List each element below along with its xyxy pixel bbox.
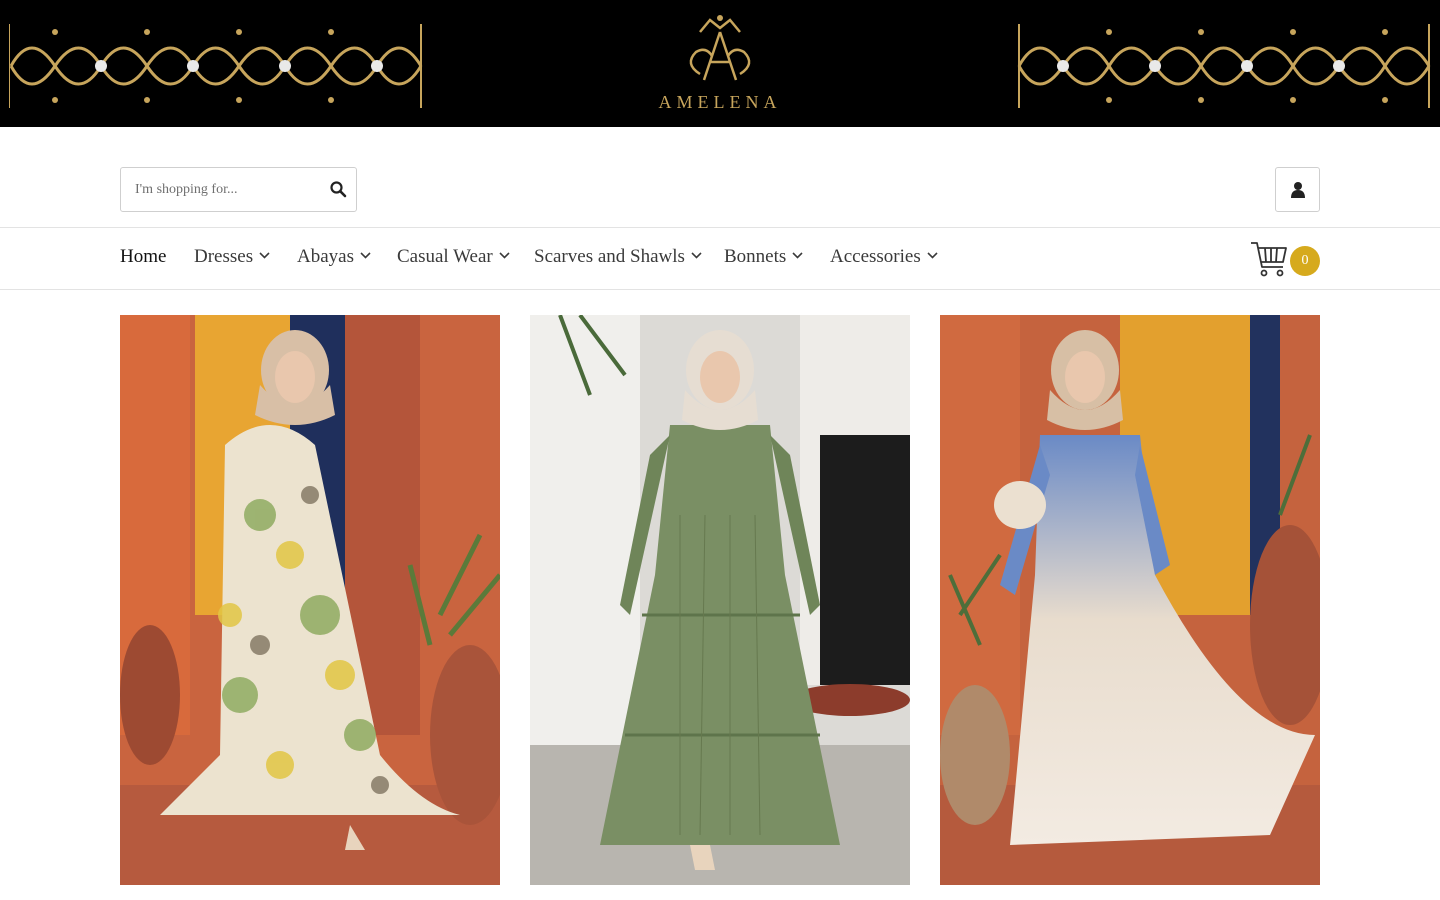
ornament-left (9, 24, 423, 108)
nav-item-scarves-and-shawls[interactable]: Scarves and Shawls (534, 246, 702, 268)
nav-item-label: Bonnets (724, 246, 787, 267)
chevron-down-icon (259, 252, 270, 259)
search-icon[interactable] (329, 180, 347, 198)
nav-item-label: Home (120, 246, 167, 267)
nav-item-accessories[interactable]: Accessories (830, 246, 938, 268)
nav-item-abayas[interactable]: Abayas (297, 246, 371, 268)
nav-item-label: Abayas (297, 246, 354, 267)
chevron-down-icon (792, 252, 803, 259)
logo-crown-monogram (689, 15, 751, 81)
nav-item-label: Scarves and Shawls (534, 246, 685, 267)
product-image-green-tiered-dress[interactable] (530, 315, 910, 885)
main-nav: Home Dresses Abayas Casual Wear Scarves … (0, 227, 1440, 290)
top-banner: AMELENA (0, 0, 1440, 127)
nav-item-bonnets[interactable]: Bonnets (724, 246, 803, 268)
nav-item-dresses[interactable]: Dresses (194, 246, 270, 268)
search-input[interactable] (135, 178, 325, 202)
search-box (120, 167, 357, 212)
brand-name: AMELENA (658, 92, 782, 112)
nav-item-home[interactable]: Home (120, 246, 166, 268)
nav-item-label: Dresses (194, 246, 254, 267)
nav-item-casual-wear[interactable]: Casual Wear (397, 246, 510, 268)
product-image-ombre-satin-dress[interactable] (940, 315, 1320, 885)
brand-logo[interactable]: AMELENA (640, 12, 800, 116)
product-image-floral-pleated-dress[interactable] (120, 315, 500, 885)
chevron-down-icon (360, 252, 371, 259)
nav-item-label: Casual Wear (397, 246, 493, 267)
ornament-right (1017, 24, 1431, 108)
chevron-down-icon (499, 252, 510, 259)
chevron-down-icon (691, 252, 702, 259)
nav-item-label: Accessories (830, 246, 921, 267)
account-button[interactable] (1275, 167, 1320, 212)
cart-icon[interactable] (1250, 240, 1288, 278)
chevron-down-icon (927, 252, 938, 259)
user-icon (1291, 182, 1305, 198)
cart-count-badge[interactable]: 0 (1290, 246, 1320, 276)
